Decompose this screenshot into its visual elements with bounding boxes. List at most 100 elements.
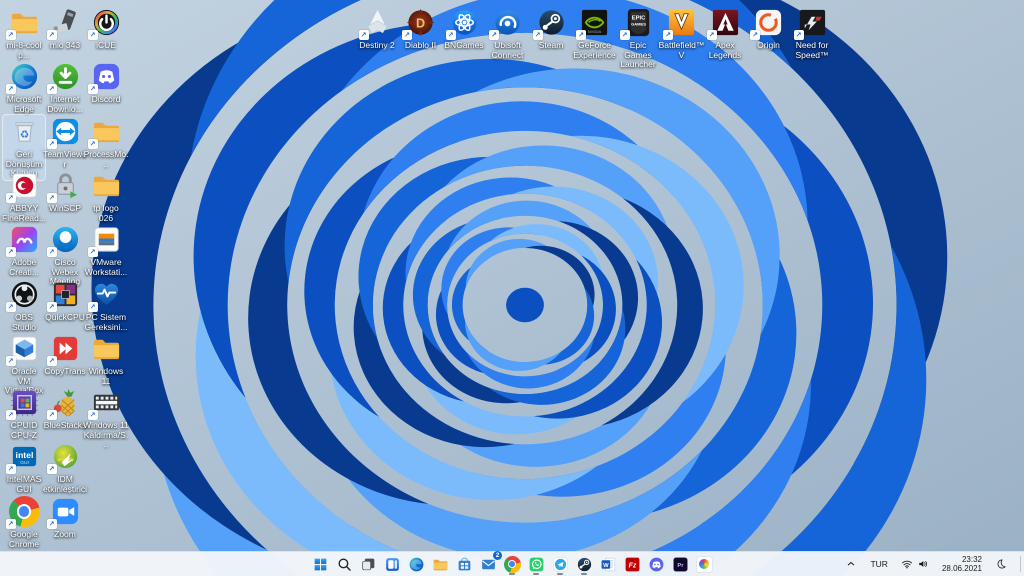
discord-icon: ↗	[91, 61, 122, 92]
taskbar-word[interactable]: W	[598, 553, 618, 575]
desktop-icon-google-chrome[interactable]: ↗Google Chrome	[3, 495, 45, 550]
tray-overflow-chevron-icon[interactable]	[842, 556, 860, 572]
desktop-icon-tp-logo-026[interactable]: tp logo 026	[85, 169, 127, 224]
taskbar-premiere-pro[interactable]: Pr	[670, 553, 690, 575]
desktop-icon-mi-8-cool-p[interactable]: ↗mi-8-cool p...	[3, 6, 45, 61]
taskbar-search[interactable]	[334, 553, 354, 575]
desktop-icon-geforce-experience[interactable]: NVIDIA↗GeForce Experience	[574, 6, 616, 61]
search-icon	[336, 556, 353, 573]
focus-assist-moon-icon[interactable]	[992, 556, 1010, 572]
desktop-icon-microsoft-edge[interactable]: ↗Microsoft Edge	[3, 60, 45, 115]
desktop-icon-vmware-workstati[interactable]: ↗VMware Workstati...	[85, 223, 127, 278]
desktop-icon-diablo-ii[interactable]: D↗Diablo II	[400, 6, 442, 52]
desktop-icon-label: iCUE	[96, 41, 116, 51]
shortcut-arrow-icon: ↗	[794, 30, 804, 40]
desktop-icon-label: Destiny 2	[359, 41, 394, 51]
desktop-icon-intelmas-gui[interactable]: intelGUI↗IntelMAS GUI	[3, 440, 45, 495]
desktop-icon-label: Origin	[757, 41, 780, 51]
store-icon	[456, 556, 473, 573]
bfv-icon: ↗	[666, 7, 697, 38]
desktop-icon-steam[interactable]: ↗Steam	[530, 6, 572, 52]
taskbar-discord[interactable]	[646, 553, 666, 575]
folder-icon	[91, 333, 122, 364]
taskbar-steam[interactable]	[574, 553, 594, 575]
desktop-icon-teamviewer[interactable]: ↗TeamViewer	[44, 115, 86, 170]
desktop-icon-origin[interactable]: ↗Origin	[748, 6, 790, 52]
taskbar-microsoft-store[interactable]	[454, 553, 474, 575]
taskbar-mail[interactable]: 2	[478, 553, 498, 575]
taskbar-start[interactable]	[310, 553, 330, 575]
desktop-icon-epic-games-launcher[interactable]: EPICGAMES↗Epic Games Launcher	[617, 6, 659, 71]
taskbar-file-explorer[interactable]	[430, 553, 450, 575]
adobecc-icon: ↗	[9, 224, 40, 255]
desktop-icon-idm-etkinleştirici[interactable]: ↗IDM etkinleştirici	[44, 440, 86, 495]
desktop-icon-winscp[interactable]: ↗WinSCP	[44, 169, 86, 215]
desktop-icon-ubisoft-connect[interactable]: ↗Ubisoft Connect	[487, 6, 529, 61]
show-desktop-button[interactable]	[1020, 556, 1024, 572]
desktop-icon-label: VMware Workstati...	[85, 258, 127, 277]
desktop-icon-label: ProcessMo...	[83, 150, 129, 169]
abbyy-icon: ↗	[9, 170, 40, 201]
shortcut-arrow-icon: ↗	[707, 30, 717, 40]
teamviewer-icon: ↗	[50, 116, 81, 147]
system-tray: TUR 23:32 28.06.2021	[842, 552, 1010, 576]
taskbar-task-view[interactable]	[358, 553, 378, 575]
photos-icon	[696, 556, 713, 573]
desktop-icon-obs-studio[interactable]: ↗OBS Studio	[3, 278, 45, 333]
epic-icon: EPICGAMES↗	[623, 7, 654, 38]
desktop-icon-copytrans[interactable]: ↗CopyTrans	[44, 332, 86, 378]
desktop-icon-zoom[interactable]: ↗Zoom	[44, 495, 86, 541]
taskbar-photos[interactable]	[694, 553, 714, 575]
shortcut-arrow-icon: ↗	[402, 30, 412, 40]
desktop-icon-bluestacks[interactable]: ↗BlueStacks	[44, 386, 86, 432]
desktop-icon-destiny-2[interactable]: ↗Destiny 2	[356, 6, 398, 52]
taskbar-filezilla[interactable]: Fz	[622, 553, 642, 575]
shortcut-arrow-icon: ↗	[6, 193, 16, 203]
shortcut-arrow-icon: ↗	[88, 302, 98, 312]
taskbar-telegram[interactable]	[550, 553, 570, 575]
desktop-icon-abbyy-fineread[interactable]: ↗ABBYY FineRead...	[3, 169, 45, 224]
folder-icon: ↗	[91, 116, 122, 147]
language-indicator[interactable]: TUR	[867, 557, 890, 571]
taskbar-microsoft-edge[interactable]	[406, 553, 426, 575]
shortcut-arrow-icon: ↗	[533, 30, 543, 40]
desktop-icon-quickcpu[interactable]: ↗QuickCPU	[44, 278, 86, 324]
network-volume-group[interactable]	[898, 556, 932, 572]
premiere-icon: Pr	[672, 556, 689, 573]
shortcut-arrow-icon: ↗	[446, 30, 456, 40]
shortcut-arrow-icon: ↗	[47, 519, 57, 529]
desktop-icon-cpuid-cpu-z[interactable]: ↗CPUID CPU-Z	[3, 386, 45, 441]
desktop-icon-bngames[interactable]: ↗BNGames	[443, 6, 485, 52]
desktop-icon-label: Microsoft Edge	[4, 95, 44, 114]
shortcut-arrow-icon: ↗	[47, 30, 57, 40]
desktop-icon-label: Google Chrome	[4, 530, 44, 549]
desktop-icon-discord[interactable]: ↗Discord	[85, 60, 127, 106]
shortcut-arrow-icon: ↗	[88, 247, 98, 257]
taskbar-widgets[interactable]	[382, 553, 402, 575]
taskbar-whatsapp[interactable]	[526, 553, 546, 575]
steam-icon: ↗	[536, 7, 567, 38]
desktop-icon-windows-11[interactable]: Windows 11	[85, 332, 127, 387]
desktop-icon-label: WinSCP	[49, 204, 81, 214]
desktop-icon-i-nternet-downlo[interactable]: ↗İnternet Downlo...	[44, 60, 86, 115]
desktop-icon-mio-343[interactable]: ↗mio 343	[44, 6, 86, 52]
desktop-icon-label: BNGames	[444, 41, 483, 51]
chrome-icon	[504, 556, 521, 573]
desktop-icon-label: CPUID CPU-Z	[4, 421, 44, 440]
shortcut-arrow-icon: ↗	[620, 30, 630, 40]
taskbar-google-chrome[interactable]	[502, 553, 522, 575]
pchealth-icon: ↗	[91, 279, 122, 310]
desktop-icon-windows-11-kaldırma-s[interactable]: ↗Windows 11 Kaldırma/S...	[85, 386, 127, 451]
desktop-icon-processmo[interactable]: ↗ ProcessMo...	[85, 115, 127, 170]
desktop-icon-apex-legends[interactable]: ↗Apex Legends	[704, 6, 746, 61]
desktop-icon-battlefield-v[interactable]: ↗Battlefield™ V	[661, 6, 703, 61]
desktop-icon-pc-sistem-gereksini[interactable]: ↗PC Sistem Gereksini...	[85, 278, 127, 333]
desktop-icon-label: BlueStacks	[44, 421, 87, 431]
webex-icon: ↗	[50, 224, 81, 255]
desktop-icon-need-for-speed[interactable]: ↗Need for Speed™	[791, 6, 833, 61]
clock[interactable]: 23:32 28.06.2021	[939, 553, 985, 575]
desktop-icon-adobe-creati[interactable]: ↗Adobe Creati...	[3, 223, 45, 278]
desktop[interactable]: ↗mi-8-cool p...↗mio 343↗iCUE↗Microsoft E…	[0, 0, 1024, 576]
desktop-icon-icue[interactable]: ↗iCUE	[85, 6, 127, 52]
shortcut-arrow-icon: ↗	[576, 30, 586, 40]
